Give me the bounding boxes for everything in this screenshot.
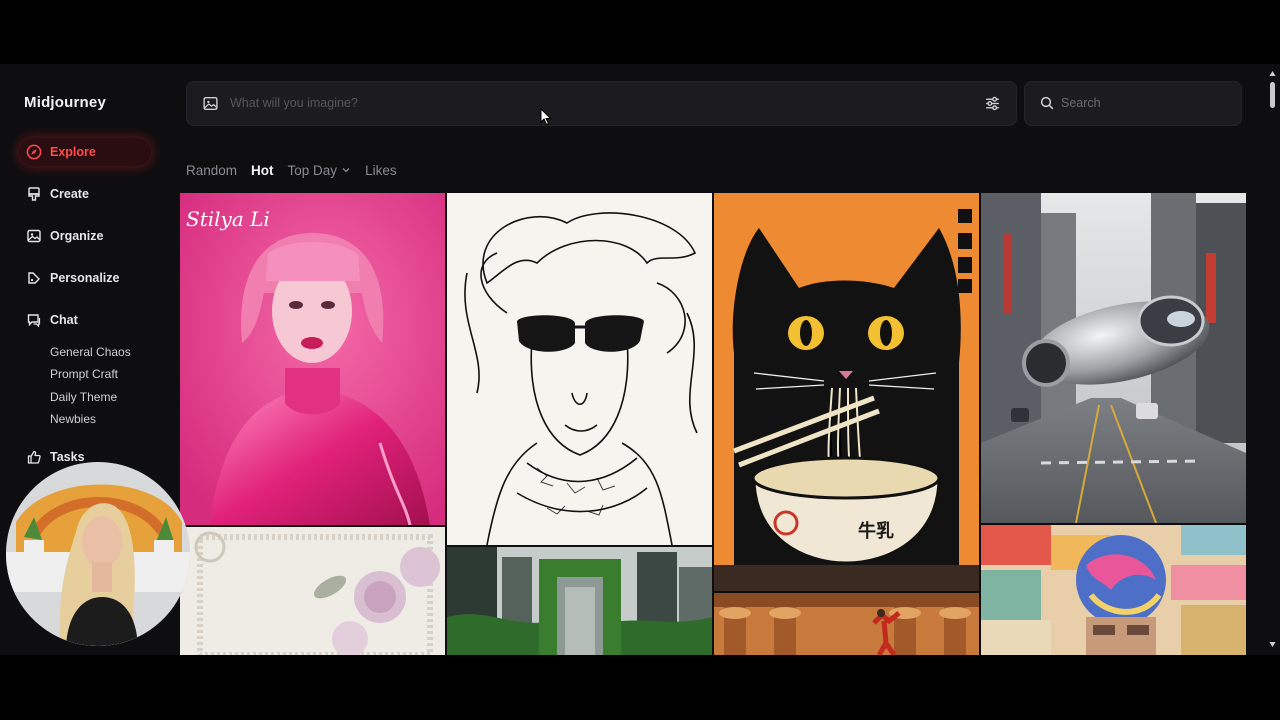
chevron-down-icon bbox=[341, 163, 351, 178]
sidebar-item-create[interactable]: Create bbox=[18, 179, 152, 209]
tab-label: Top Day bbox=[287, 163, 338, 178]
sliders-icon[interactable] bbox=[984, 95, 1001, 117]
search-icon bbox=[1040, 96, 1054, 115]
mouse-cursor-icon bbox=[540, 107, 552, 131]
sidebar-item-personalize[interactable]: Personalize bbox=[18, 263, 152, 293]
feed-tabs: Random Hot Top Day Likes bbox=[186, 163, 397, 178]
compass-icon bbox=[26, 144, 42, 160]
app-logo[interactable]: Midjourney bbox=[24, 94, 106, 111]
gallery-tile-collage-head[interactable] bbox=[981, 525, 1246, 655]
chat-room-daily-theme[interactable]: Daily Theme bbox=[50, 390, 117, 404]
sidebar-item-organize[interactable]: Organize bbox=[18, 221, 152, 251]
search-input[interactable]: Search bbox=[1061, 96, 1101, 110]
sidebar-item-label: Explore bbox=[50, 145, 96, 159]
search-box[interactable]: Search bbox=[1024, 81, 1242, 126]
sidebar-item-chat[interactable]: Chat bbox=[18, 305, 152, 335]
app-window: Midjourney Explore Create Organize Perso… bbox=[0, 64, 1280, 655]
gallery-tile-cat-ramen[interactable]: 牛乳 bbox=[714, 193, 979, 591]
chat-room-general-chaos[interactable]: General Chaos bbox=[50, 345, 131, 359]
chat-icon bbox=[26, 312, 42, 328]
sidebar-item-label: Organize bbox=[50, 229, 104, 243]
page-scrollbar[interactable] bbox=[1269, 68, 1276, 650]
sidebar-item-label: Create bbox=[50, 187, 89, 201]
gallery-tile-lace-roses[interactable] bbox=[180, 527, 445, 655]
sidebar-item-label: Chat bbox=[50, 313, 78, 327]
prompt-bar[interactable]: What will you imagine? bbox=[186, 81, 1017, 126]
chat-room-newbies[interactable]: Newbies bbox=[50, 412, 96, 426]
brush-icon bbox=[26, 186, 42, 202]
image-upload-icon[interactable] bbox=[202, 95, 219, 117]
thumbs-up-icon bbox=[26, 449, 42, 465]
tab-likes[interactable]: Likes bbox=[365, 163, 397, 178]
signature-text: Stilya Li bbox=[186, 207, 270, 231]
gallery-tile-pink-portrait[interactable]: Stilya Li bbox=[180, 193, 445, 525]
sidebar-item-label: Tasks bbox=[50, 450, 85, 464]
sidebar-item-label: Personalize bbox=[50, 271, 120, 285]
tab-hot[interactable]: Hot bbox=[251, 163, 274, 178]
prompt-input[interactable]: What will you imagine? bbox=[230, 96, 358, 110]
palette-icon bbox=[26, 270, 42, 286]
image-gallery: Stilya Li 牛乳 bbox=[180, 193, 1246, 655]
gallery-tile-hover-bike-city[interactable] bbox=[981, 193, 1246, 523]
tab-random[interactable]: Random bbox=[186, 163, 237, 178]
webcam-overlay bbox=[6, 462, 190, 646]
sidebar-item-explore[interactable]: Explore bbox=[18, 137, 152, 167]
chat-room-prompt-craft[interactable]: Prompt Craft bbox=[50, 367, 118, 381]
gallery-tile-ancient-temple[interactable] bbox=[714, 593, 979, 655]
gallery-tile-forest-portal[interactable] bbox=[447, 547, 712, 655]
gallery-tile-sketch-woman[interactable] bbox=[447, 193, 712, 545]
tab-top-day[interactable]: Top Day bbox=[288, 163, 352, 178]
image-icon bbox=[26, 228, 42, 244]
bowl-seal-text: 牛乳 bbox=[858, 521, 894, 542]
